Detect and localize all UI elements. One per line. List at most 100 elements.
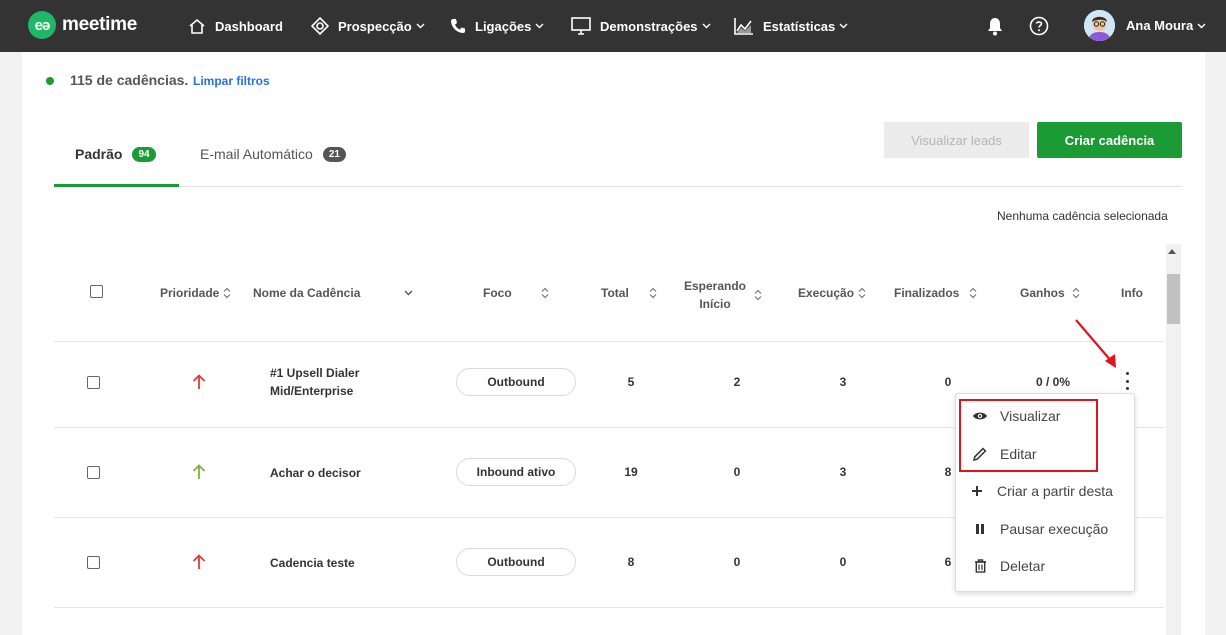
focus-pill: Outbound bbox=[456, 368, 576, 396]
header-waiting-line2: Início bbox=[699, 297, 731, 311]
nav-estatisticas-label: Estatísticas bbox=[763, 18, 836, 34]
sort-icon bbox=[1072, 287, 1080, 299]
nav-estatisticas[interactable]: Estatísticas bbox=[734, 14, 857, 38]
nav-ligacoes[interactable]: Ligações bbox=[450, 14, 553, 38]
tab-email-label: E-mail Automático bbox=[200, 146, 313, 162]
help-button[interactable] bbox=[1027, 14, 1051, 38]
menu-item-label: Pausar execução bbox=[1000, 521, 1109, 537]
finished-value: 0 bbox=[944, 375, 952, 389]
waiting-value: 0 bbox=[733, 555, 741, 569]
home-icon bbox=[189, 18, 205, 34]
chevron-down-icon bbox=[702, 23, 711, 29]
help-icon bbox=[1029, 16, 1049, 36]
header-focus[interactable]: Foco bbox=[483, 286, 549, 300]
header-finished-label: Finalizados bbox=[894, 286, 960, 300]
tab-padrao-label: Padrão bbox=[75, 146, 123, 162]
chevron-down-icon bbox=[404, 290, 413, 296]
execution-value: 0 bbox=[839, 555, 847, 569]
plus-icon bbox=[969, 483, 985, 499]
tab-email-count-badge: 21 bbox=[322, 146, 346, 162]
menu-item-pausar[interactable]: Pausar execução bbox=[956, 511, 1134, 547]
cadence-name[interactable]: Cadencia teste bbox=[270, 554, 390, 572]
header-name[interactable]: Nome da Cadência bbox=[253, 286, 413, 300]
row-divider bbox=[54, 607, 1164, 608]
meetime-logo[interactable]: eə meetime bbox=[28, 11, 137, 39]
sort-icon bbox=[754, 289, 762, 301]
annotation-highlight-box bbox=[959, 399, 1098, 472]
avatar bbox=[1084, 10, 1115, 41]
scrollbar-thumb[interactable] bbox=[1167, 274, 1180, 324]
menu-item-deletar[interactable]: Deletar bbox=[956, 548, 1134, 584]
sort-icon bbox=[858, 287, 866, 299]
header-info: Info bbox=[1121, 286, 1143, 300]
header-name-label: Nome da Cadência bbox=[253, 286, 361, 300]
row-checkbox[interactable] bbox=[87, 376, 100, 389]
header-waiting[interactable]: Esperando Início bbox=[684, 277, 762, 313]
header-total-label: Total bbox=[601, 286, 629, 300]
total-value: 5 bbox=[627, 375, 635, 389]
chevron-down-icon bbox=[1197, 23, 1206, 28]
row-checkbox[interactable] bbox=[87, 466, 100, 479]
trash-icon bbox=[972, 558, 988, 574]
gains-value: 0 / 0% bbox=[1036, 375, 1071, 389]
priority-high-arrow-icon bbox=[192, 554, 206, 569]
cadence-count: 115 de cadências. bbox=[70, 72, 189, 88]
create-cadence-button[interactable]: Criar cadência bbox=[1037, 122, 1182, 158]
clear-filters-link[interactable]: Limpar filtros bbox=[193, 74, 270, 88]
nav-demonstracoes[interactable]: Demonstrações bbox=[571, 14, 720, 38]
phone-icon bbox=[451, 19, 465, 33]
user-name: Ana Moura bbox=[1126, 18, 1194, 33]
nav-demonstracoes-label: Demonstrações bbox=[600, 18, 698, 34]
cadence-name[interactable]: #1 Upsell Dialer Mid/Enterprise bbox=[270, 364, 390, 400]
header-waiting-line1: Esperando bbox=[684, 279, 747, 293]
menu-item-label: Deletar bbox=[1000, 558, 1046, 574]
header-info-label: Info bbox=[1121, 286, 1143, 300]
header-execution[interactable]: Execução bbox=[798, 286, 866, 300]
header-execution-label: Execução bbox=[798, 286, 855, 300]
execution-value: 3 bbox=[839, 375, 847, 389]
priority-high-arrow-icon bbox=[192, 374, 206, 389]
chevron-down-icon bbox=[839, 23, 848, 29]
cadence-name[interactable]: Achar o decisor bbox=[270, 464, 390, 482]
row-checkbox[interactable] bbox=[87, 556, 100, 569]
menu-item-criar-a-partir[interactable]: Criar a partir desta bbox=[956, 473, 1134, 509]
selection-status: Nenhuma cadência selecionada bbox=[997, 209, 1168, 223]
focus-pill: Outbound bbox=[456, 548, 576, 576]
logo-mark: eə bbox=[28, 11, 56, 39]
nav-dashboard[interactable]: Dashboard bbox=[188, 14, 283, 38]
total-value: 8 bbox=[627, 555, 635, 569]
header-gains[interactable]: Ganhos bbox=[1020, 286, 1080, 300]
sort-icon bbox=[969, 287, 977, 299]
notifications-button[interactable] bbox=[983, 14, 1007, 38]
menu-item-label: Criar a partir desta bbox=[997, 483, 1113, 499]
annotation-arrow-icon bbox=[1075, 319, 1116, 368]
header-priority[interactable]: Prioridade bbox=[160, 286, 231, 300]
nav-prospeccao-label: Prospecção bbox=[338, 18, 412, 34]
tab-padrao-count-badge: 94 bbox=[132, 146, 156, 162]
select-all-checkbox[interactable] bbox=[90, 285, 103, 298]
target-icon bbox=[311, 17, 329, 35]
user-menu[interactable]: Ana Moura bbox=[1084, 10, 1206, 41]
priority-low-arrow-icon bbox=[192, 464, 206, 479]
view-leads-button[interactable]: Visualizar leads bbox=[884, 122, 1029, 158]
chevron-down-icon bbox=[416, 23, 425, 29]
scroll-up-arrow-icon[interactable] bbox=[1168, 249, 1176, 254]
waiting-value: 0 bbox=[733, 465, 741, 479]
nav-dashboard-label: Dashboard bbox=[215, 18, 283, 34]
bell-icon bbox=[988, 17, 1002, 35]
header-finished[interactable]: Finalizados bbox=[894, 286, 977, 300]
active-tab-indicator bbox=[54, 184, 179, 187]
top-navigation-bar: eə meetime Dashboard Prospecção Ligações… bbox=[0, 0, 1226, 52]
tab-padrao[interactable]: Padrão 94 bbox=[75, 146, 156, 162]
tab-email-automatico[interactable]: E-mail Automático 21 bbox=[200, 146, 346, 162]
row-divider bbox=[54, 341, 1164, 342]
execution-value: 3 bbox=[839, 465, 847, 479]
header-focus-label: Foco bbox=[483, 286, 512, 300]
sort-icon bbox=[541, 287, 549, 299]
header-priority-label: Prioridade bbox=[160, 286, 220, 300]
tabs-divider bbox=[54, 186, 1182, 187]
header-gains-label: Ganhos bbox=[1020, 286, 1065, 300]
chart-icon bbox=[734, 18, 753, 35]
header-total[interactable]: Total bbox=[601, 286, 657, 300]
nav-prospeccao[interactable]: Prospecção bbox=[311, 14, 434, 38]
